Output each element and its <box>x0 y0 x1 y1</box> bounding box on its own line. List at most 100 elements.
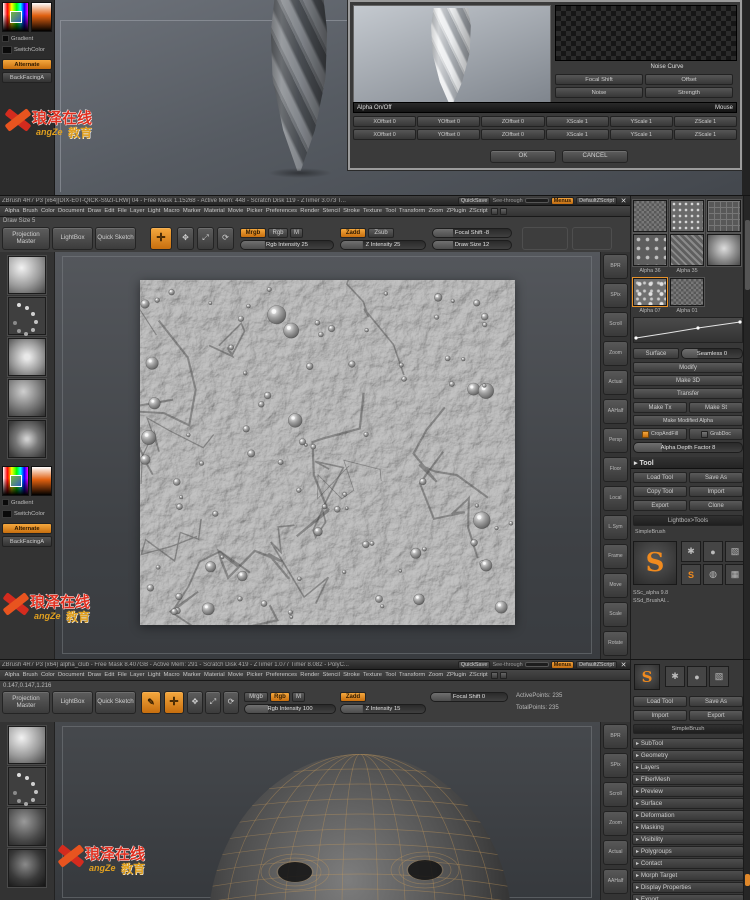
current-tool-thumbnail[interactable]: S <box>634 664 660 690</box>
menu-material[interactable]: Material <box>202 672 226 678</box>
save-as-button[interactable]: Save As <box>689 472 743 483</box>
shelf-button-frame[interactable]: Frame <box>603 544 628 569</box>
draw-size-slider[interactable]: Draw Size 12 <box>432 240 512 250</box>
tool-thumbnail[interactable]: ● <box>703 541 723 562</box>
modify-header[interactable]: Modify <box>633 362 743 373</box>
load-tool-button[interactable]: Load Tool <box>633 472 687 483</box>
close-icon[interactable]: ✕ <box>619 197 628 205</box>
rgb-intensity-slider[interactable]: Rgb Intensity 25 <box>240 240 334 250</box>
backfacing-button[interactable]: BackFacingA <box>2 72 52 83</box>
surface-button[interactable]: Surface <box>633 348 679 359</box>
see-through-slider[interactable] <box>524 662 549 667</box>
shelf-button-move[interactable]: Move <box>603 573 628 598</box>
rotate-button[interactable]: ⟳ <box>217 227 234 250</box>
menubar-icon-2[interactable] <box>500 671 508 679</box>
save-as-button[interactable]: Save As <box>689 696 743 707</box>
focal-shift-slider[interactable]: Focal Shift -8 <box>432 228 512 238</box>
menu-edit[interactable]: Edit <box>103 208 116 214</box>
document-canvas[interactable] <box>55 252 600 659</box>
shelf-button-aahalf[interactable]: AAHalf <box>603 869 628 894</box>
quick-sketch-button[interactable]: Quick Sketch <box>95 227 136 250</box>
projection-master-button[interactable]: Projection Master <box>2 691 50 714</box>
shelf-button-spix[interactable]: SPix <box>603 283 628 308</box>
alpha-transparency-preview[interactable] <box>555 5 737 61</box>
gradient-label[interactable]: Gradient <box>11 36 33 42</box>
alpha-thumbnail[interactable] <box>707 234 741 266</box>
menu-zoom[interactable]: Zoom <box>427 208 445 214</box>
menu-texture[interactable]: Texture <box>361 208 383 214</box>
menu-stencil[interactable]: Stencil <box>321 208 342 214</box>
menu-file[interactable]: File <box>116 672 129 678</box>
draw-mode-button[interactable]: ✛ <box>164 691 184 714</box>
z-intensity-slider[interactable]: Z Intensity 25 <box>340 240 426 250</box>
shelf-button-scroll[interactable]: Scroll <box>603 782 628 807</box>
switchcolor-label[interactable]: SwitchColor <box>14 47 45 53</box>
menu-document[interactable]: Document <box>56 208 86 214</box>
menu-zplugin[interactable]: ZPlugin <box>445 208 468 214</box>
seamless-slider[interactable]: Seamless 0 <box>681 348 743 359</box>
dialog-yoffset-0[interactable]: YOffset 0 <box>417 116 481 127</box>
alternate-button[interactable]: Alternate <box>2 59 52 70</box>
projection-master-button[interactable]: Projection Master <box>2 227 50 250</box>
menu-brush[interactable]: Brush <box>21 208 39 214</box>
menu-light[interactable]: Light <box>146 208 162 214</box>
shelf-button-spix[interactable]: SPix <box>603 753 628 778</box>
menu-edit[interactable]: Edit <box>103 672 116 678</box>
subpalette-visibility[interactable]: ▸ Visibility <box>632 834 744 845</box>
brush-thumbnail-sphere[interactable] <box>8 726 46 764</box>
menu-zscript[interactable]: ZScript <box>468 672 490 678</box>
ok-button[interactable]: OK <box>490 150 556 163</box>
quicksave-button[interactable]: QuickSave <box>457 660 491 669</box>
shelf-button-aahalf[interactable]: AAHalf <box>603 399 628 424</box>
dialog-offset-button[interactable]: Offset <box>645 74 733 85</box>
shelf-button-floor[interactable]: Floor <box>603 457 628 482</box>
tool-thumbnail[interactable]: ◍ <box>703 564 723 585</box>
move-button[interactable]: ✥ <box>177 227 194 250</box>
alpha-thumbnail[interactable] <box>707 200 741 232</box>
dialog-zscale-1[interactable]: ZScale 1 <box>673 116 738 127</box>
dialog-yscale-1[interactable]: YScale 1 <box>609 116 673 127</box>
tool-palette-header[interactable]: ▸ Tool <box>631 457 744 469</box>
menu-tool[interactable]: Tool <box>384 672 398 678</box>
make-3d-button[interactable]: Make 3D <box>633 375 743 386</box>
alpha-thumbnail[interactable] <box>633 234 667 266</box>
menu-render[interactable]: Render <box>299 208 321 214</box>
brush-thumbnail-radial[interactable] <box>8 420 46 458</box>
subpalette-masking[interactable]: ▸ Masking <box>632 822 744 833</box>
menu-movie[interactable]: Movie <box>226 208 245 214</box>
menu-marker[interactable]: Marker <box>181 672 202 678</box>
tool-thumbnail[interactable]: ▦ <box>725 564 745 585</box>
scale-button[interactable]: ⤢ <box>197 227 214 250</box>
menu-preferences[interactable]: Preferences <box>264 208 298 214</box>
menu-movie[interactable]: Movie <box>226 672 245 678</box>
menus-toggle-button[interactable]: Menus <box>550 660 575 669</box>
menubar-icon[interactable] <box>491 207 499 215</box>
menu-color[interactable]: Color <box>39 672 56 678</box>
subpalette-fibermesh[interactable]: ▸ FiberMesh <box>632 774 744 785</box>
clone-button[interactable]: Clone <box>689 500 743 511</box>
dialog-strength-button[interactable]: Strength <box>645 87 733 98</box>
menu-texture[interactable]: Texture <box>361 672 383 678</box>
menu-picker[interactable]: Picker <box>245 672 264 678</box>
lightbox-tools-button[interactable]: Lightbox>Tools <box>633 515 743 526</box>
export-button[interactable]: Export <box>689 710 743 721</box>
dialog-focal-shift-button[interactable]: Focal Shift <box>555 74 643 85</box>
tool-thumbnail[interactable]: ✱ <box>665 666 685 687</box>
scrollbar[interactable] <box>743 660 750 900</box>
dialog-zoffset-0-2[interactable]: ZOffset 0 <box>481 129 545 140</box>
subpalette-subtool[interactable]: ▸ SubTool <box>632 738 744 749</box>
menu-zscript[interactable]: ZScript <box>468 208 490 214</box>
gradient-label[interactable]: Gradient <box>11 500 33 506</box>
subpalette-deformation[interactable]: ▸ Deformation <box>632 810 744 821</box>
menu-color[interactable]: Color <box>39 208 56 214</box>
color-picker-secondary[interactable] <box>31 2 52 32</box>
quicksave-button[interactable]: QuickSave <box>457 196 491 205</box>
menu-macro[interactable]: Macro <box>162 672 181 678</box>
import-button[interactable]: Import <box>633 710 687 721</box>
current-tool-thumbnail[interactable]: S <box>633 541 677 585</box>
alpha-thumbnail[interactable] <box>670 278 704 306</box>
alpha-onoff-bar[interactable]: Alpha On/Off Mouse <box>353 102 737 113</box>
color-picker-main[interactable] <box>2 466 29 496</box>
mrgb-toggle[interactable]: Mrgb <box>240 228 266 238</box>
rgb-toggle[interactable]: Rgb <box>268 228 288 238</box>
